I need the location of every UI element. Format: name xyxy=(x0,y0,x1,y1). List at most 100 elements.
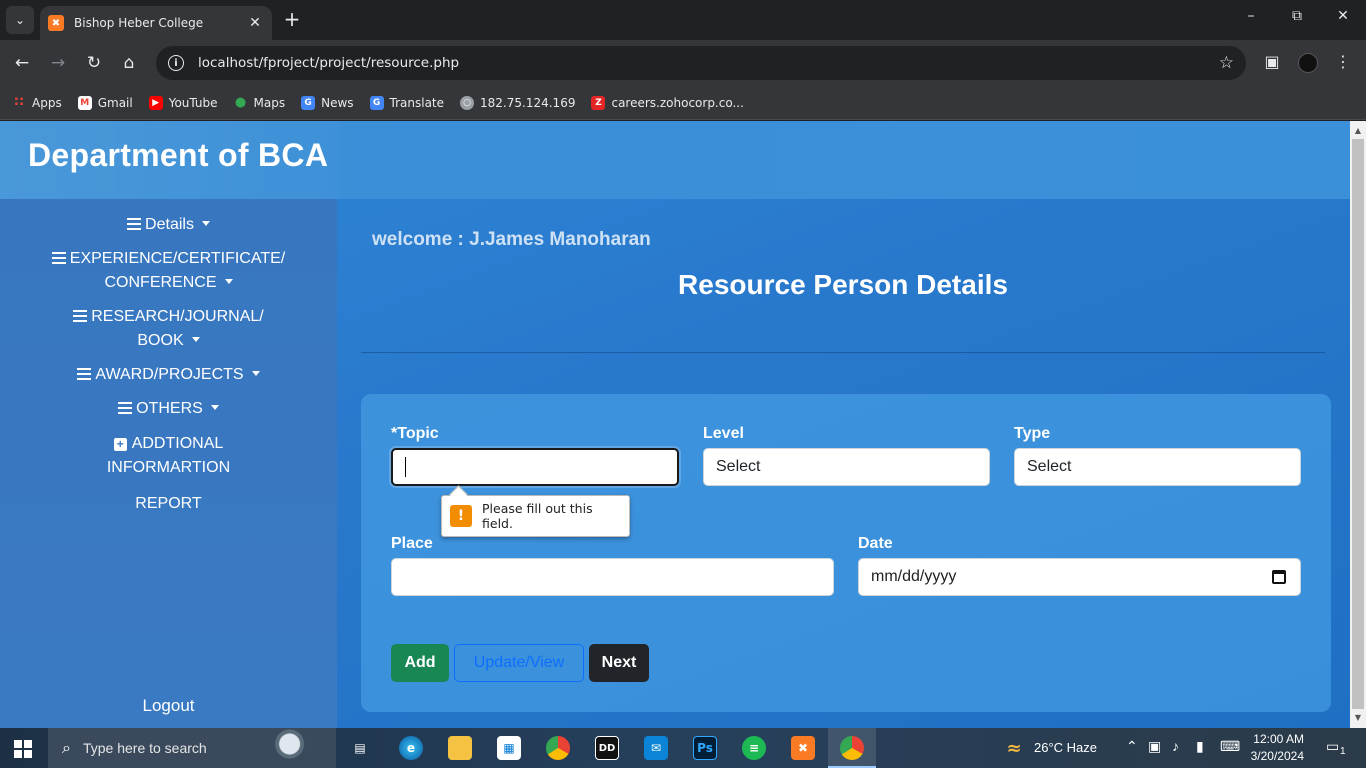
calendar-icon[interactable] xyxy=(1272,570,1286,584)
sidebar-item-details[interactable]: Details xyxy=(0,213,337,237)
divider xyxy=(361,352,1325,353)
caret-down-icon xyxy=(251,371,260,376)
bookmark-label: careers.zohocorp.co... xyxy=(611,95,744,110)
search-highlight-panda-image xyxy=(260,728,334,768)
sidebar-item-label: RESEARCH/JOURNAL/ xyxy=(91,308,264,325)
update-view-button[interactable]: Update/View xyxy=(454,644,584,682)
menu-kebab-icon[interactable]: ⋮ xyxy=(1332,52,1354,71)
back-arrow-icon[interactable]: ← xyxy=(11,52,33,74)
add-button[interactable]: Add xyxy=(391,644,449,682)
text-cursor xyxy=(405,457,406,477)
spotify-icon[interactable]: ≡ xyxy=(742,736,766,760)
clock-date: 3/20/2024 xyxy=(1250,749,1304,763)
dolby-icon[interactable]: DD xyxy=(595,736,619,760)
sidebar-item-additional[interactable]: + ADDTIONAL INFORMARTION xyxy=(0,432,337,480)
weather-haze-icon: ≈ xyxy=(1006,737,1022,759)
xampp-icon[interactable]: ✖ xyxy=(791,736,815,760)
page-header: Department of BCA xyxy=(0,121,1350,199)
type-select[interactable]: Select xyxy=(1014,448,1301,486)
sidebar-item-research[interactable]: RESEARCH/JOURNAL/ BOOK xyxy=(0,305,337,353)
place-input[interactable] xyxy=(391,558,834,596)
search-placeholder: Type here to search xyxy=(82,740,207,756)
reload-icon[interactable]: ↻ xyxy=(83,52,105,74)
browser-tab[interactable]: ✖ Bishop Heber College ✕ xyxy=(40,6,272,40)
apps-grid-icon: ∷ xyxy=(14,95,24,110)
sidebar-item-label: ADDTIONAL xyxy=(131,435,224,452)
bookmark-apps[interactable]: ∷ Apps xyxy=(12,95,61,110)
date-input[interactable]: mm/dd/yyyy xyxy=(858,558,1301,596)
sidebar-item-label-line2: BOOK xyxy=(137,332,184,349)
task-view-icon[interactable]: ▤ xyxy=(348,736,372,760)
level-label: Level xyxy=(703,425,744,442)
tab-search-chevron-icon[interactable]: ⌄ xyxy=(6,6,34,34)
type-label: Type xyxy=(1014,425,1051,442)
bookmark-ip[interactable]: ○ 182.75.124.169 xyxy=(460,95,575,110)
windows-taskbar: ⌕ Type here to search ▤ e ▦ DD ✉ Ps ≡ ✖ … xyxy=(0,728,1366,768)
sidebar-item-award[interactable]: AWARD/PROJECTS xyxy=(0,363,337,387)
hamburger-icon xyxy=(77,368,92,380)
url-text: localhost/fproject/project/resource.php xyxy=(198,55,1219,71)
forward-arrow-icon[interactable]: → xyxy=(47,52,69,74)
bookmark-star-icon[interactable]: ☆ xyxy=(1219,53,1234,73)
level-select[interactable]: Select xyxy=(703,448,990,486)
page-scrollbar[interactable]: ▲ ▼ xyxy=(1350,121,1366,728)
bookmark-label: YouTube xyxy=(168,95,218,110)
logout-link[interactable]: Logout xyxy=(0,696,337,716)
bookmark-gmail[interactable]: M Gmail xyxy=(77,95,133,110)
url-host: localhost xyxy=(198,55,259,71)
browser-tab-bar: ⌄ ✖ Bishop Heber College ✕ + – ⧉ ✕ xyxy=(0,0,1366,40)
photoshop-icon[interactable]: Ps xyxy=(693,736,717,760)
validation-tooltip: ! Please fill out this field. xyxy=(441,495,630,537)
volume-icon[interactable]: ♪ xyxy=(1172,738,1179,754)
network-icon[interactable]: ▣ xyxy=(1148,738,1161,755)
mail-icon[interactable]: ✉ xyxy=(644,736,668,760)
news-icon: G xyxy=(301,95,316,110)
sidebar-item-report[interactable]: REPORT xyxy=(0,492,337,516)
profile-avatar-icon[interactable] xyxy=(1298,53,1318,73)
caret-down-icon xyxy=(224,279,233,284)
close-window-icon[interactable]: ✕ xyxy=(1333,8,1353,24)
address-bar[interactable]: i localhost/fproject/project/resource.ph… xyxy=(156,46,1246,80)
bookmark-zoho[interactable]: Zcareers.zohocorp.co... xyxy=(591,95,744,110)
site-info-icon[interactable]: i xyxy=(168,55,184,71)
gmail-icon: M xyxy=(77,95,92,110)
keyboard-icon[interactable]: ⌨ xyxy=(1220,738,1240,755)
notification-icon[interactable]: ▭ xyxy=(1326,738,1339,755)
scroll-up-arrow-icon[interactable]: ▲ xyxy=(1350,123,1366,139)
topic-input[interactable] xyxy=(391,448,679,486)
battery-icon[interactable]: ▮ xyxy=(1196,738,1204,755)
scrollbar-thumb[interactable] xyxy=(1352,139,1364,709)
edge-icon[interactable]: e xyxy=(399,736,423,760)
translate-icon: G xyxy=(369,95,384,110)
scroll-down-arrow-icon[interactable]: ▼ xyxy=(1350,710,1366,726)
search-icon: ⌕ xyxy=(62,738,71,757)
restore-icon[interactable]: ⧉ xyxy=(1287,8,1307,24)
hamburger-icon xyxy=(73,310,88,322)
file-explorer-icon[interactable] xyxy=(448,736,472,760)
bookmark-youtube[interactable]: ▶ YouTube xyxy=(148,95,218,110)
topic-label: *Topic xyxy=(391,425,439,442)
sidebar-item-others[interactable]: OTHERS xyxy=(0,397,337,421)
hamburger-icon xyxy=(51,252,66,264)
sidebar-item-experience[interactable]: EXPERIENCE/CERTIFICATE/ CONFERENCE xyxy=(0,247,337,295)
new-tab-plus-icon[interactable]: + xyxy=(282,8,302,30)
chrome-profile-icon[interactable] xyxy=(840,736,864,760)
bookmark-maps[interactable]: ● Maps xyxy=(234,95,285,110)
date-placeholder: mm/dd/yyyy xyxy=(871,568,957,585)
tray-chevron-icon[interactable]: ⌃ xyxy=(1126,738,1138,755)
side-panel-icon[interactable]: ▣ xyxy=(1261,52,1283,71)
bookmark-translate[interactable]: G Translate xyxy=(369,95,444,110)
hamburger-icon xyxy=(127,218,142,230)
welcome-text: welcome : J.James Manoharan xyxy=(372,229,651,250)
next-button[interactable]: Next xyxy=(589,644,649,682)
system-clock[interactable]: 12:00 AM 3/20/2024 xyxy=(1244,731,1304,765)
windows-start-icon[interactable] xyxy=(14,740,32,758)
chrome-icon[interactable] xyxy=(546,736,570,760)
tab-close-icon[interactable]: ✕ xyxy=(246,15,264,31)
bookmark-news[interactable]: G News xyxy=(301,95,354,110)
store-icon[interactable]: ▦ xyxy=(497,736,521,760)
home-icon[interactable]: ⌂ xyxy=(118,52,140,74)
minimize-icon[interactable]: – xyxy=(1241,8,1261,24)
page-title: Resource Person Details xyxy=(678,269,1008,300)
weather-text[interactable]: 26°C Haze xyxy=(1034,740,1097,755)
